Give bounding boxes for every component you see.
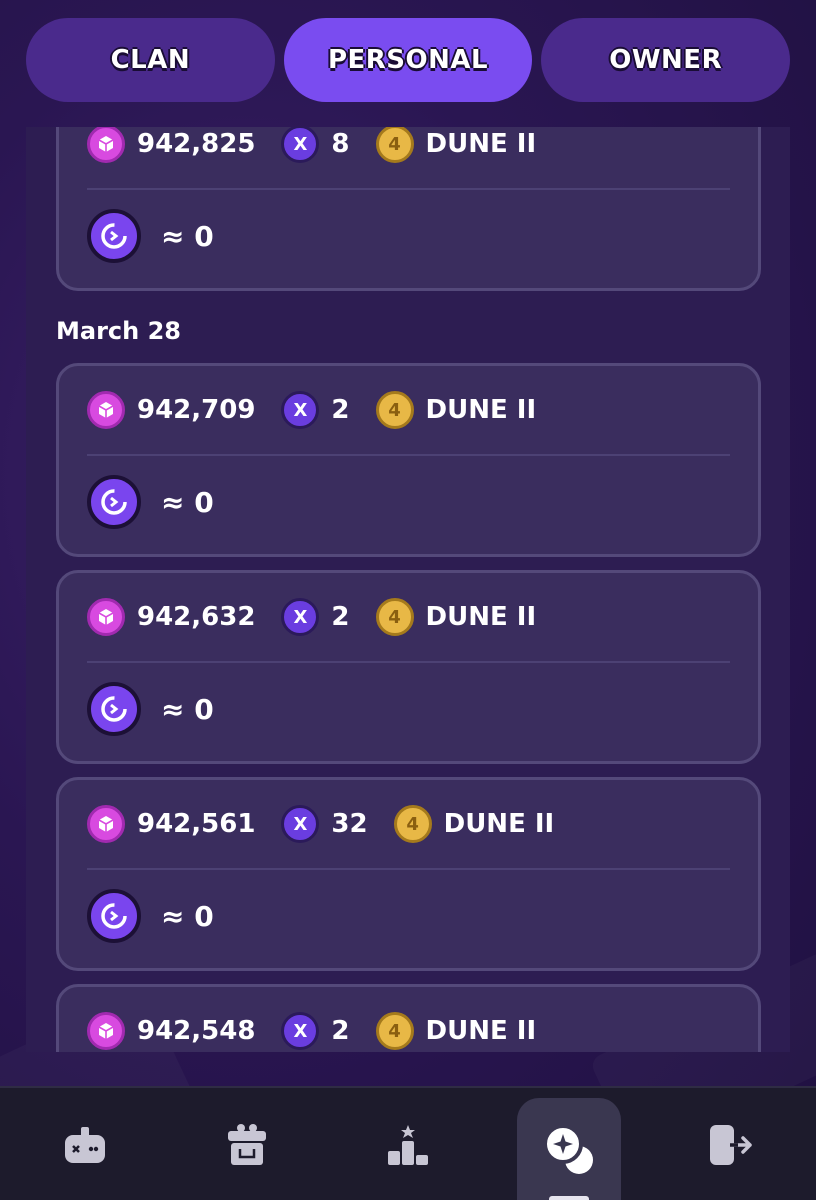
- coins-sparkle-icon: [541, 1122, 597, 1178]
- bottom-nav: [0, 1086, 816, 1200]
- token-icon: [87, 209, 141, 263]
- amount-value: 942,548: [137, 1016, 256, 1046]
- card-divider: [87, 661, 730, 663]
- level-name: DUNE II: [425, 129, 537, 159]
- level-coin-icon: 4: [375, 127, 414, 163]
- card-divider: [87, 868, 730, 870]
- tab-clan[interactable]: CLAN: [26, 18, 275, 102]
- history-card: 942,548 X 2 4 DUNE II ≈ 0: [56, 984, 761, 1052]
- x-icon: X: [281, 391, 320, 429]
- card-stats-row: 942,709 X 2 4 DUNE II: [87, 386, 730, 434]
- card-stats-row: 942,632 X 2 4 DUNE II: [87, 593, 730, 641]
- card-token-row: ≈ 0: [87, 208, 214, 264]
- amount-value: 942,632: [137, 602, 256, 632]
- multiplier-value: 2: [331, 602, 350, 632]
- card-token-row: ≈ 0: [87, 681, 214, 737]
- amount-value: 942,825: [137, 129, 256, 159]
- logout-icon: [708, 1123, 754, 1167]
- gamepad-icon: [63, 1125, 107, 1165]
- multiplier-value: 32: [331, 809, 368, 839]
- nav-rewards[interactable]: [197, 1088, 297, 1200]
- cube-icon: [87, 598, 125, 636]
- token-value: ≈ 0: [161, 692, 214, 726]
- leaderboard-icon: [386, 1123, 430, 1167]
- active-indicator: [549, 1196, 589, 1200]
- nav-logout[interactable]: [681, 1088, 781, 1200]
- gift-box-icon: [226, 1123, 268, 1167]
- multiplier-value: 2: [331, 395, 350, 425]
- token-icon: [87, 475, 141, 529]
- token-value: ≈ 0: [161, 485, 214, 519]
- cube-icon: [87, 127, 125, 163]
- token-icon: [87, 889, 141, 943]
- cube-icon: [87, 805, 125, 843]
- token-icon: [87, 682, 141, 736]
- history-card: 942,632 X 2 4 DUNE II ≈ 0: [56, 570, 761, 764]
- level-coin-icon: 4: [393, 805, 432, 843]
- level-coin-icon: 4: [375, 391, 414, 429]
- amount-value: 942,709: [137, 395, 256, 425]
- level-coin-icon: 4: [375, 1012, 414, 1050]
- nav-leaderboard[interactable]: [358, 1088, 458, 1200]
- history-card: 942,825 X 8 4 DUNE II ≈ 0: [56, 127, 761, 291]
- level-name: DUNE II: [443, 809, 555, 839]
- x-icon: X: [281, 127, 320, 163]
- card-divider: [87, 188, 730, 190]
- tab-owner[interactable]: OWNER: [541, 18, 791, 102]
- card-stats-row: 942,548 X 2 4 DUNE II: [87, 1007, 730, 1052]
- level-coin-icon: 4: [375, 598, 414, 636]
- token-value: ≈ 0: [161, 899, 214, 933]
- amount-value: 942,561: [137, 809, 256, 839]
- history-list[interactable]: 942,825 X 8 4 DUNE II ≈ 0 March 28 942,7…: [26, 127, 790, 1052]
- card-token-row: ≈ 0: [87, 888, 214, 944]
- tab-bar: CLAN PERSONAL OWNER: [26, 18, 791, 102]
- card-stats-row: 942,561 X 32 4 DUNE II: [87, 800, 730, 848]
- level-name: DUNE II: [425, 1016, 537, 1046]
- multiplier-value: 8: [331, 129, 350, 159]
- x-icon: X: [281, 805, 320, 843]
- history-card: 942,709 X 2 4 DUNE II ≈ 0: [56, 363, 761, 557]
- nav-games[interactable]: [35, 1088, 135, 1200]
- multiplier-value: 2: [331, 1016, 350, 1046]
- token-value: ≈ 0: [161, 219, 214, 253]
- card-token-row: ≈ 0: [87, 474, 214, 530]
- x-icon: X: [281, 598, 320, 636]
- history-card: 942,561 X 32 4 DUNE II ≈ 0: [56, 777, 761, 971]
- x-icon: X: [281, 1012, 320, 1050]
- section-date: March 28: [56, 317, 181, 345]
- cube-icon: [87, 1012, 125, 1050]
- card-stats-row: 942,825 X 8 4 DUNE II: [87, 127, 730, 168]
- level-name: DUNE II: [425, 395, 537, 425]
- cube-icon: [87, 391, 125, 429]
- tab-personal[interactable]: PERSONAL: [283, 18, 533, 102]
- level-name: DUNE II: [425, 602, 537, 632]
- card-divider: [87, 454, 730, 456]
- nav-earnings[interactable]: [517, 1098, 621, 1200]
